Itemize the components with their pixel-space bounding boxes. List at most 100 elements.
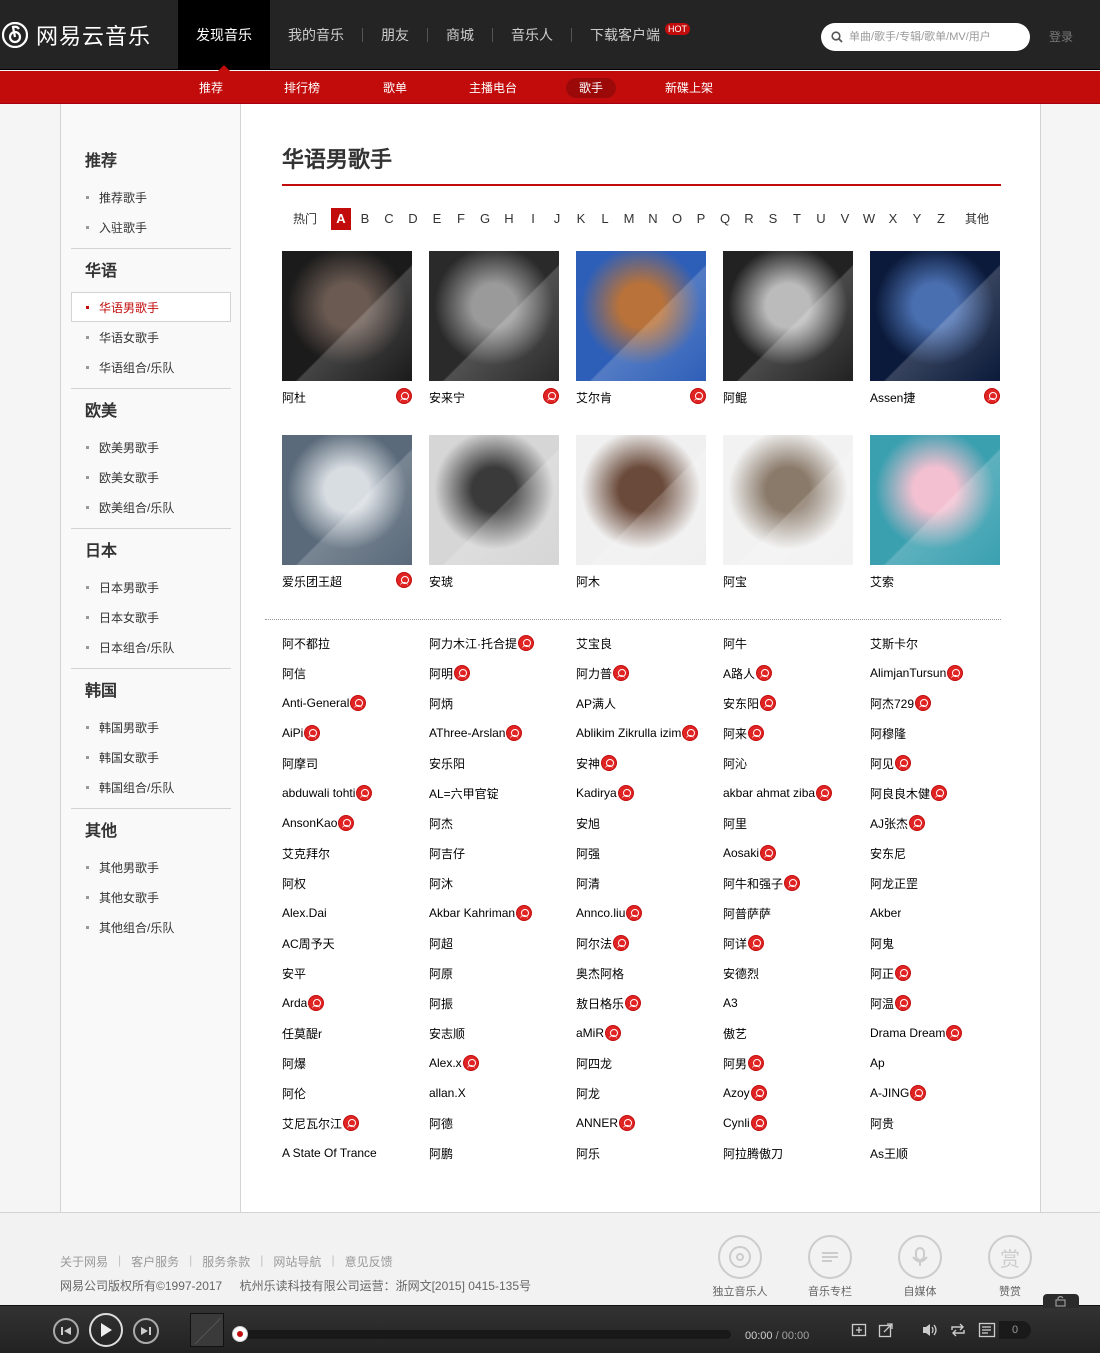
artist-list-item[interactable]: As王顺 — [870, 1144, 908, 1162]
artist-list-item[interactable]: Kadirya — [576, 784, 634, 802]
footer-link-sitemap[interactable]: 网站导航 — [273, 1253, 321, 1270]
verified-artist-icon[interactable] — [601, 755, 618, 771]
artist-list-item[interactable]: abduwali tohti — [282, 784, 373, 802]
artist-list-item[interactable]: 阿沐 — [429, 874, 453, 892]
artist-name[interactable]: 安平 — [282, 965, 306, 982]
verified-artist-icon[interactable] — [909, 815, 926, 831]
artist-list-item[interactable]: 敖日格乐 — [576, 994, 642, 1012]
artist-name[interactable]: 阿清 — [576, 875, 600, 892]
verified-artist-icon[interactable] — [617, 785, 634, 801]
artist-list-item[interactable]: 阿鬼 — [870, 934, 894, 952]
artist-name[interactable]: Arda — [282, 996, 307, 1010]
artist-list-item[interactable]: A路人 — [723, 664, 773, 682]
artist-list-item[interactable]: Cynli — [723, 1114, 767, 1132]
artist-list-item[interactable]: AlimjanTursun — [870, 664, 964, 682]
artist-name[interactable]: 阿强 — [576, 845, 600, 862]
verified-artist-icon[interactable] — [910, 1085, 927, 1101]
artist-name[interactable]: 阿杜 — [282, 389, 306, 406]
verified-artist-icon[interactable] — [682, 725, 699, 741]
artist-cover-image[interactable] — [282, 251, 412, 381]
volume-icon[interactable] — [921, 1322, 939, 1338]
artist-name[interactable]: A State Of Trance — [282, 1146, 377, 1160]
artist-name[interactable]: ANNER — [576, 1116, 618, 1130]
footer-link-about[interactable]: 关于网易 — [60, 1253, 108, 1270]
verified-artist-icon[interactable] — [338, 815, 355, 831]
artist-list-item[interactable]: 阿龙 — [576, 1084, 600, 1102]
artist-name[interactable]: Anti-General — [282, 696, 349, 710]
artist-name[interactable]: 敖日格乐 — [576, 995, 624, 1012]
artist-name[interactable]: 阿杰729 — [870, 695, 914, 712]
artist-name[interactable]: As王顺 — [870, 1145, 908, 1162]
sidebar-item-western-male[interactable]: 欧美男歌手 — [71, 432, 231, 462]
next-button[interactable] — [133, 1318, 159, 1344]
artist-name[interactable]: 阿超 — [429, 935, 453, 952]
artist-name[interactable]: 阿沐 — [429, 875, 453, 892]
sidebar-item-recommended-artists[interactable]: 推荐歌手 — [71, 182, 231, 212]
artist-name[interactable]: AnsonKao — [282, 816, 337, 830]
artist-name[interactable]: 阿四龙 — [576, 1055, 612, 1072]
artist-name[interactable]: Azoy — [723, 1086, 750, 1100]
artist-name[interactable]: 艾宝良 — [576, 635, 612, 652]
verified-artist-icon[interactable] — [308, 995, 325, 1011]
artist-list-item[interactable]: 艾斯卡尔 — [870, 634, 918, 652]
artist-cover-image[interactable] — [429, 435, 559, 565]
artist-list-item[interactable]: 阿权 — [282, 874, 306, 892]
artist-list-item[interactable]: Akber — [870, 904, 901, 922]
artist-list-item[interactable]: 阿强 — [576, 844, 600, 862]
footer-link-feedback[interactable]: 意见反馈 — [345, 1253, 393, 1270]
artist-list-item[interactable]: AC周予天 — [282, 934, 335, 952]
alphabet-filter-s[interactable]: S — [763, 208, 783, 230]
artist-name[interactable]: 艾索 — [870, 573, 894, 590]
alphabet-filter-other[interactable]: 其他 — [963, 208, 991, 230]
artist-name[interactable]: 艾斯卡尔 — [870, 635, 918, 652]
artist-list-item[interactable]: 阿来 — [723, 724, 765, 742]
artist-list-item[interactable]: A-JING — [870, 1084, 927, 1102]
artist-list-item[interactable]: 阿杰 — [429, 814, 453, 832]
artist-list-item[interactable]: 阿详 — [723, 934, 765, 952]
playlist-icon[interactable] — [978, 1322, 996, 1338]
artist-list-item[interactable]: AL=六甲官锭 — [429, 784, 499, 802]
artist-list-item[interactable]: 阿不都拉 — [282, 634, 330, 652]
alphabet-filter-f[interactable]: F — [451, 208, 471, 230]
alphabet-filter-c[interactable]: C — [379, 208, 399, 230]
artist-list-item[interactable]: 安志顺 — [429, 1024, 465, 1042]
subnav-radio[interactable]: 主播电台 — [456, 78, 530, 98]
alphabet-filter-j[interactable]: J — [547, 208, 567, 230]
artist-list-item[interactable]: 安平 — [282, 964, 306, 982]
artist-list-item[interactable]: 阿里 — [723, 814, 747, 832]
artist-name[interactable]: 阿德 — [429, 1115, 453, 1132]
sidebar-item-japan-group[interactable]: 日本组合/乐队 — [71, 632, 231, 662]
artist-name[interactable]: 阿龙 — [576, 1085, 600, 1102]
subnav-new-albums[interactable]: 新碟上架 — [652, 78, 726, 98]
playlist-count[interactable]: 0 — [999, 1321, 1031, 1339]
artist-name[interactable]: 阿力普 — [576, 665, 612, 682]
verified-artist-icon[interactable] — [748, 1055, 765, 1071]
login-link[interactable]: 登录 — [1049, 28, 1073, 45]
artist-list-item[interactable]: Azoy — [723, 1084, 767, 1102]
artist-name[interactable]: 阿鹏 — [429, 1145, 453, 1162]
artist-cover-image[interactable] — [870, 251, 1000, 381]
artist-name[interactable]: 安志顺 — [429, 1025, 465, 1042]
verified-artist-icon[interactable] — [396, 572, 412, 588]
sidebar-item-other-group[interactable]: 其他组合/乐队 — [71, 912, 231, 942]
artist-name[interactable]: akbar ahmat ziba — [723, 786, 815, 800]
search-input[interactable] — [849, 31, 1019, 43]
artist-name[interactable]: 阿木 — [576, 573, 600, 590]
artist-name[interactable]: 阿爆 — [282, 1055, 306, 1072]
artist-list-item[interactable]: 阿鹏 — [429, 1144, 453, 1162]
artist-name[interactable]: 阿原 — [429, 965, 453, 982]
artist-list-item[interactable]: A3 — [723, 994, 738, 1012]
artist-list-item[interactable]: Alex.x — [429, 1054, 479, 1072]
alphabet-filter-r[interactable]: R — [739, 208, 759, 230]
alphabet-filter-b[interactable]: B — [355, 208, 375, 230]
artist-list-item[interactable]: 阿贵 — [870, 1114, 894, 1132]
artist-list-item[interactable]: Alex.Dai — [282, 904, 327, 922]
nav-mall[interactable]: 商城 — [428, 0, 492, 70]
artist-list-item[interactable]: 阿杰729 — [870, 694, 932, 712]
artist-list-item[interactable]: 阿爆 — [282, 1054, 306, 1072]
alphabet-filter-d[interactable]: D — [403, 208, 423, 230]
artist-list-item[interactable]: ANNER — [576, 1114, 636, 1132]
verified-artist-icon[interactable] — [396, 388, 412, 404]
verified-artist-icon[interactable] — [625, 995, 642, 1011]
verified-artist-icon[interactable] — [895, 965, 912, 981]
